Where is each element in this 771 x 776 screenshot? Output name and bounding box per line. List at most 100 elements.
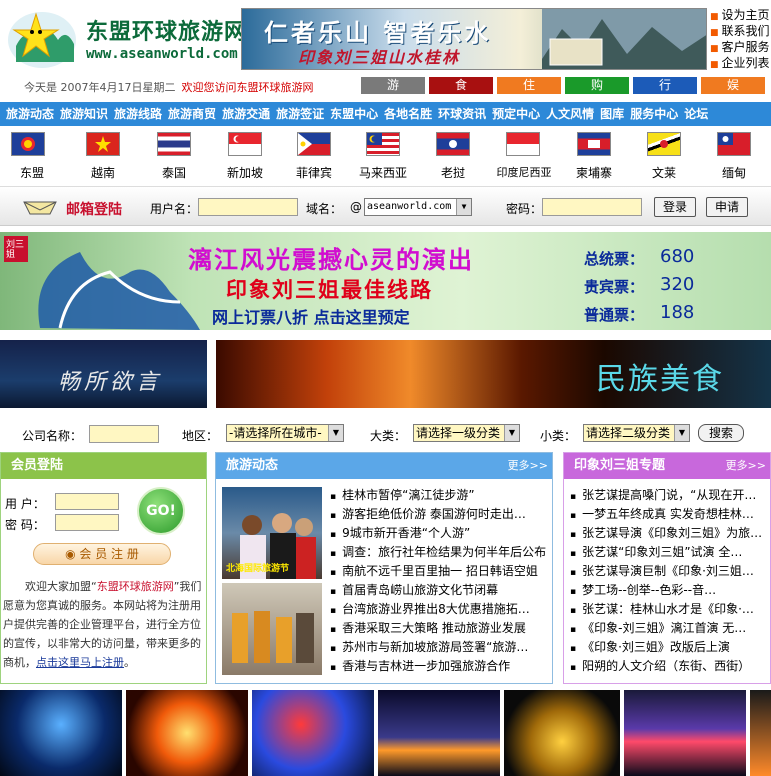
small-category-select[interactable]: 请选择二级分类 ▼ xyxy=(583,424,690,442)
news-item[interactable]: 张艺谋导演《印象刘三姐》为旅… xyxy=(570,524,770,543)
thailand-flag-icon[interactable] xyxy=(157,132,191,156)
big-category-select[interactable]: 请选择一级分类 ▼ xyxy=(413,424,520,442)
flag-label[interactable]: 印度尼西亚 xyxy=(488,164,560,180)
flag-label[interactable]: 东盟 xyxy=(0,164,67,181)
news-item[interactable]: 9城市新开香港“个人游” xyxy=(330,524,552,543)
nav-item[interactable]: 人文风情 xyxy=(546,107,594,121)
site-url[interactable]: www.aseanworld.com xyxy=(86,46,238,62)
region-label: 地区： xyxy=(182,429,219,443)
member-password-input[interactable] xyxy=(55,514,119,531)
singapore-flag-icon[interactable] xyxy=(228,132,262,156)
liusanjie-banner[interactable]: 刘三姐 漓江风光震撼心灵的演出 印象刘三姐最佳线路 网上订票八折 点击这里预定 … xyxy=(0,232,771,330)
philippines-flag-icon[interactable] xyxy=(297,132,331,156)
brunei-flag-icon[interactable] xyxy=(647,132,681,156)
mail-username-input[interactable] xyxy=(198,198,298,216)
category-fun-button[interactable]: 娱 xyxy=(701,77,765,94)
mail-login-button[interactable]: 登录 xyxy=(654,197,696,217)
news-item[interactable]: 张艺谋：桂林山水才是《印象·… xyxy=(570,600,770,619)
logo-star-icon[interactable] xyxy=(6,6,78,70)
food-banner[interactable]: 民族美食 xyxy=(216,340,771,408)
news-item[interactable]: 张艺谋“印象刘三姐”试演 全… xyxy=(570,543,770,562)
news-item[interactable]: 南航不远千里百里抽一 招日韩语空姐 xyxy=(330,562,552,581)
company-name-input[interactable] xyxy=(89,425,159,443)
nav-item[interactable]: 环球资讯 xyxy=(438,107,486,121)
category-tour-button[interactable]: 游 xyxy=(361,77,425,94)
nav-item[interactable]: 旅游签证 xyxy=(276,107,324,121)
gallery-photo[interactable] xyxy=(504,690,620,776)
nav-item[interactable]: 东盟中心 xyxy=(330,107,378,121)
flag-label[interactable]: 泰国 xyxy=(139,164,209,181)
news-item[interactable]: 一梦五年终成真 实发奇想桂林… xyxy=(570,505,770,524)
news-item[interactable]: 《印象·刘三姐》改版后上演 xyxy=(570,638,770,657)
forum-banner[interactable]: 畅所欲言 xyxy=(0,340,207,408)
news-item[interactable]: 张艺谋提高嗓门说，“从现在开… xyxy=(570,486,770,505)
gallery-photo[interactable] xyxy=(0,690,122,776)
indonesia-flag-icon[interactable] xyxy=(506,132,540,156)
member-register-button[interactable]: ◉ 会 员 注 册 xyxy=(33,543,171,565)
header-banner[interactable]: 仁者乐山 智者乐水 印象刘三姐山水桂林 xyxy=(241,8,707,70)
news-item[interactable]: 桂林市暂停“漓江徒步游” xyxy=(330,486,552,505)
search-button[interactable]: 搜索 xyxy=(698,424,744,442)
nav-item[interactable]: 论坛 xyxy=(684,107,708,121)
member-go-button[interactable]: GO! xyxy=(137,487,185,535)
laos-flag-icon[interactable] xyxy=(436,132,470,156)
travel-news-more-link[interactable]: 更多>> xyxy=(508,453,548,479)
category-shop-button[interactable]: 购 xyxy=(565,77,629,94)
news-item[interactable]: 台湾旅游业界推出8大优惠措施拓… xyxy=(330,600,552,619)
nav-item[interactable]: 预定中心 xyxy=(492,107,540,121)
news-item[interactable]: 香港采取三大策略 推动旅游业发展 xyxy=(330,619,552,638)
nav-item[interactable]: 服务中心 xyxy=(630,107,678,121)
gallery-photo[interactable] xyxy=(126,690,248,776)
myanmar-flag-icon[interactable] xyxy=(717,132,751,156)
news-photo-pageant[interactable]: 北海国际旅游节 xyxy=(222,487,322,579)
flag-label[interactable]: 缅甸 xyxy=(699,164,769,181)
liusanjie-more-link[interactable]: 更多>> xyxy=(726,453,766,479)
malaysia-flag-icon[interactable] xyxy=(366,132,400,156)
news-item[interactable]: 张艺谋导演巨制《印象·刘三姐… xyxy=(570,562,770,581)
flag-label[interactable]: 新加坡 xyxy=(210,164,280,181)
category-stay-button[interactable]: 住 xyxy=(497,77,561,94)
mail-register-button[interactable]: 申请 xyxy=(706,197,748,217)
nav-item[interactable]: 旅游动态 xyxy=(6,107,54,121)
asean-flag-icon[interactable] xyxy=(11,132,45,156)
gallery-photo[interactable] xyxy=(378,690,500,776)
nav-item[interactable]: 旅游商贸 xyxy=(168,107,216,121)
gallery-photo[interactable] xyxy=(252,690,374,776)
nav-item[interactable]: 旅游交通 xyxy=(222,107,270,121)
news-item[interactable]: 梦工场--创举--色彩--音… xyxy=(570,581,770,600)
news-item[interactable]: 苏州市与新加坡旅游局签署“旅游… xyxy=(330,638,552,657)
news-item[interactable]: 调查：旅行社年检结果为何半年后公布 xyxy=(330,543,552,562)
nav-item[interactable]: 旅游知识 xyxy=(60,107,108,121)
banner-booking-link[interactable]: 网上订票八折 点击这里预定 xyxy=(212,304,410,328)
vietnam-flag-icon[interactable] xyxy=(86,132,120,156)
nav-item[interactable]: 旅游线路 xyxy=(114,107,162,121)
region-select[interactable]: -请选择所在城市- ▼ xyxy=(226,424,344,442)
news-item[interactable]: 游客拒绝低价游 泰国游何时走出… xyxy=(330,505,552,524)
top-link-companies[interactable]: ■ 企业列表 xyxy=(710,56,770,72)
mail-domain-select[interactable]: aseanworld.com ▼ xyxy=(364,198,472,216)
top-link-service[interactable]: ■ 客户服务 xyxy=(710,40,770,56)
news-item[interactable]: 阳朔的人文介绍（东街、西街） xyxy=(570,657,770,676)
news-photo-monks[interactable] xyxy=(222,583,322,675)
register-link[interactable]: 点击这里马上注册 xyxy=(36,656,124,669)
top-link-home[interactable]: ■ 设为主页 xyxy=(710,8,770,24)
gallery-photo[interactable] xyxy=(624,690,746,776)
gallery-photo[interactable] xyxy=(750,690,771,776)
flag-label[interactable]: 越南 xyxy=(68,164,138,181)
news-item[interactable]: 香港与吉林进一步加强旅游合作 xyxy=(330,657,552,676)
flag-label[interactable]: 柬埔寨 xyxy=(559,164,629,181)
flag-label[interactable]: 文莱 xyxy=(629,164,699,181)
member-username-input[interactable] xyxy=(55,493,119,510)
mail-password-input[interactable] xyxy=(542,198,642,216)
category-travel-button[interactable]: 行 xyxy=(633,77,697,94)
top-link-contact[interactable]: ■ 联系我们 xyxy=(710,24,770,40)
nav-item[interactable]: 各地名胜 xyxy=(384,107,432,121)
news-item[interactable]: 首届青岛崂山旅游文化节闭幕 xyxy=(330,581,552,600)
category-food-button[interactable]: 食 xyxy=(429,77,493,94)
flag-label[interactable]: 老挝 xyxy=(418,164,488,181)
cambodia-flag-icon[interactable] xyxy=(577,132,611,156)
flag-label[interactable]: 菲律宾 xyxy=(279,164,349,181)
nav-item[interactable]: 图库 xyxy=(600,107,624,121)
flag-label[interactable]: 马来西亚 xyxy=(348,164,418,181)
news-item[interactable]: 《印象-刘三姐》漓江首演 无… xyxy=(570,619,770,638)
